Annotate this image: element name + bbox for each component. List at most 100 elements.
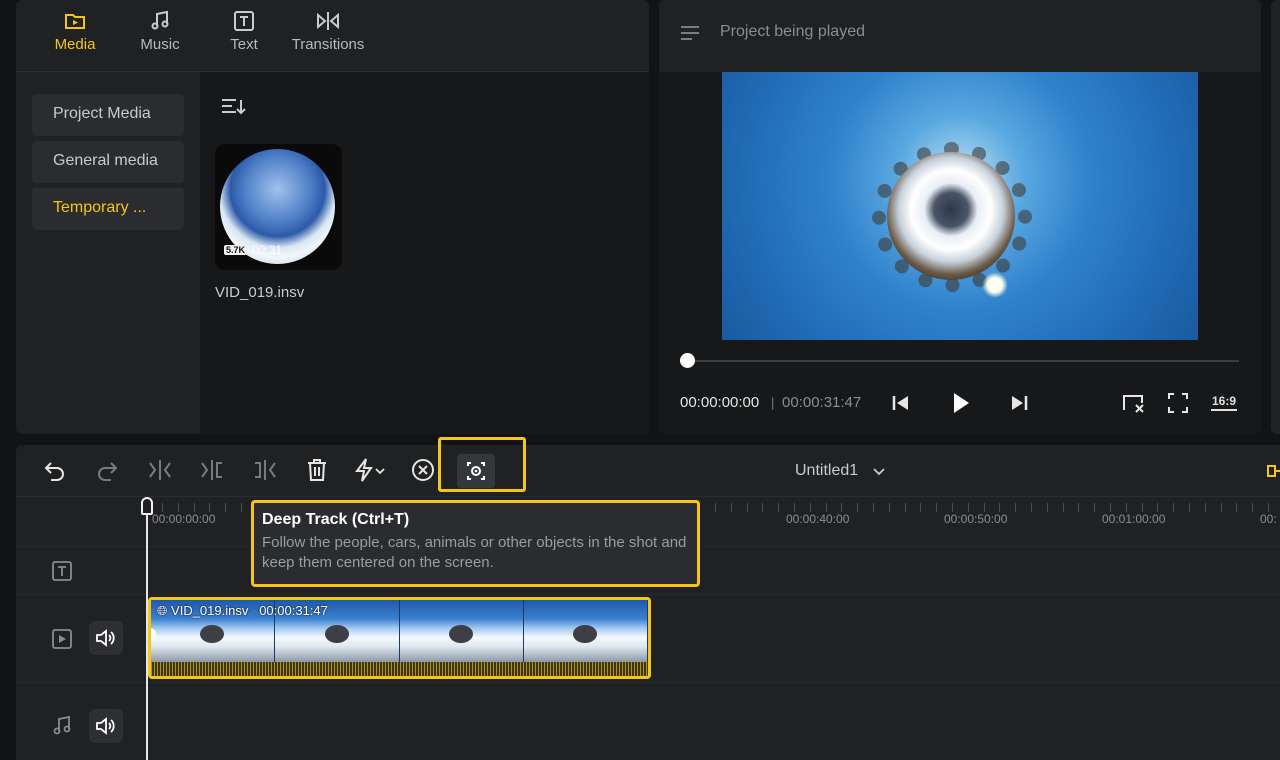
thumbnail-duration: 00:31: [252, 243, 283, 257]
ruler-label: 00:00:50:00: [944, 512, 1008, 526]
ruler-tick: [1157, 503, 1159, 512]
speaker-icon: [96, 629, 115, 647]
media-tabs: Media Music Text Transitions: [16, 0, 649, 72]
undo-icon: [44, 462, 64, 481]
preview-tiny-planet: [887, 152, 1015, 280]
ruler-tick: [920, 503, 922, 512]
sidebar-item-general-media[interactable]: General media: [32, 141, 184, 183]
ruler-tick: [209, 503, 211, 512]
total-time: 00:00:31:47: [782, 394, 862, 411]
ruler-label: 00:01:00:00: [1102, 512, 1166, 526]
ruler-tick: [1094, 503, 1096, 512]
ruler-tick: [841, 503, 843, 512]
music-track-icon: [53, 716, 71, 735]
fullscreen-button[interactable]: [1166, 388, 1190, 418]
folder-play-icon: [32, 10, 118, 32]
ruler-tick: [730, 503, 732, 512]
sort-list-icon[interactable]: [220, 96, 248, 120]
ruler-tick: [1031, 503, 1032, 512]
chevron-down-icon[interactable]: [872, 464, 886, 478]
delete-button[interactable]: [302, 457, 332, 485]
ruler-tick: [1220, 503, 1222, 512]
playhead-handle[interactable]: [141, 497, 153, 515]
resolution-badge: 5.7K: [224, 245, 248, 255]
ruler-tick: [746, 503, 748, 512]
trim-right-button[interactable]: [250, 457, 280, 485]
tooltip-body: Follow the people, cars, animals or othe…: [262, 534, 687, 571]
media-file-name: VID_019.insv: [215, 284, 305, 301]
tab-music-label: Music: [140, 36, 180, 53]
ruler-tick: [1252, 503, 1254, 512]
ruler-tick: [193, 503, 195, 512]
tab-media-label: Media: [54, 36, 96, 53]
audio-volume-button[interactable]: [89, 709, 123, 743]
ruler-tick: [1015, 503, 1017, 512]
ruler-tick: [873, 503, 874, 512]
speed-button[interactable]: [352, 457, 388, 485]
split-icon: [149, 460, 171, 480]
ruler-tick: [1189, 503, 1190, 512]
timeline-panel: Untitled1 00:00:00:00 00:00:40:00 00:00:…: [16, 445, 1280, 760]
time-separator: |: [771, 395, 775, 410]
ruler-tick: [715, 503, 716, 512]
progress-knob[interactable]: [680, 353, 695, 368]
sidebar-item-temporary[interactable]: Temporary ...: [32, 188, 184, 230]
ruler-tick: [983, 503, 985, 512]
clip-frame: [399, 600, 524, 662]
waveform-bars: [151, 662, 648, 676]
tab-transitions-label: Transitions: [291, 36, 365, 53]
split-button[interactable]: [145, 457, 175, 485]
ruler-tick: [1110, 503, 1111, 512]
skip-forward-button[interactable]: [1007, 388, 1031, 418]
ruler-tick: [999, 503, 1001, 512]
ruler-tick: [809, 503, 811, 512]
menu-lines-icon[interactable]: [681, 25, 699, 41]
video-volume-button[interactable]: [89, 621, 123, 655]
media-sidebar: Project Media General media Temporary ..…: [16, 72, 200, 434]
ruler-tick: [857, 503, 859, 512]
trim-left-icon: [201, 460, 222, 480]
player-header: Project being played: [659, 0, 1261, 72]
video-clip[interactable]: 🌐︎ VID_019.insv 00:00:31:47: [148, 597, 651, 679]
video-preview[interactable]: [722, 72, 1198, 340]
cancel-button[interactable]: [408, 457, 438, 485]
play-button[interactable]: [947, 388, 975, 418]
clip-duration: 00:00:31:47: [259, 603, 328, 618]
ruler-tick: [936, 503, 938, 512]
undo-button[interactable]: [40, 457, 70, 485]
clip-name: VID_019.insv: [171, 603, 249, 618]
trim-left-button[interactable]: [197, 457, 227, 485]
ruler-tick: [1268, 503, 1269, 512]
media-library: 5.7K 00:31 VID_019.insv: [200, 72, 649, 434]
crop-button[interactable]: [1121, 388, 1147, 418]
speaker-icon: [96, 717, 115, 735]
deep-track-tooltip: Deep Track (Ctrl+T) Follow the people, c…: [251, 500, 700, 587]
export-icon[interactable]: [1267, 464, 1280, 478]
player-body: 00:00:00:00 | 00:00:31:47 16:9: [659, 72, 1261, 434]
timeline-toolbar: Untitled1: [16, 445, 1280, 497]
progress-track[interactable]: [687, 360, 1239, 362]
tab-text[interactable]: Text: [201, 10, 287, 62]
project-title[interactable]: Untitled1: [795, 462, 858, 480]
sidebar-item-project-media[interactable]: Project Media: [32, 94, 184, 136]
media-panel: Media Music Text Transitions Project Med…: [16, 0, 649, 434]
tab-music[interactable]: Music: [117, 10, 203, 62]
ruler-tick: [177, 503, 179, 512]
deep-track-button[interactable]: [457, 454, 495, 488]
skip-back-icon: [892, 396, 908, 410]
tab-media[interactable]: Media: [32, 10, 118, 62]
aspect-ratio-button[interactable]: 16:9: [1211, 394, 1238, 411]
current-time: 00:00:00:00: [680, 394, 760, 411]
ruler-tick: [778, 503, 780, 512]
skip-back-button[interactable]: [889, 388, 913, 418]
ruler-tick: [241, 503, 242, 512]
media-thumbnail[interactable]: 5.7K 00:31: [215, 144, 342, 270]
ruler-label: 00:00:00:00: [152, 512, 216, 526]
ruler-tick: [762, 503, 764, 512]
ruler-tick: [1046, 503, 1048, 512]
tab-transitions[interactable]: Transitions: [285, 10, 371, 62]
redo-button[interactable]: [92, 457, 122, 485]
globe-icon: 🌐︎: [157, 603, 168, 618]
ruler-tick: [888, 503, 890, 512]
redo-icon: [98, 462, 118, 481]
